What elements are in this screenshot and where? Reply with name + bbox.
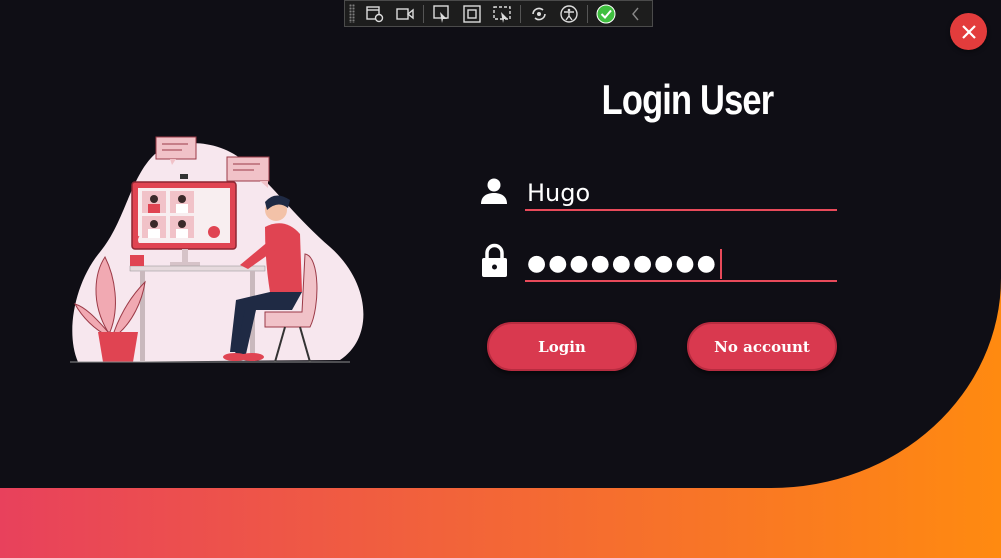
toolbar-grip[interactable]	[349, 4, 355, 23]
hot-reload-icon[interactable]	[528, 3, 550, 25]
debug-toolbar	[344, 0, 653, 27]
text-caret	[719, 249, 722, 279]
close-icon	[961, 24, 976, 39]
user-icon	[481, 178, 507, 204]
username-field[interactable]: Hugo	[525, 175, 837, 211]
lock-icon	[482, 243, 507, 277]
password-field[interactable]: ●●●●●●●●●	[525, 246, 837, 282]
video-call-illustration	[70, 136, 364, 363]
video-icon[interactable]	[394, 3, 416, 25]
password-value: ●●●●●●●●●	[527, 251, 718, 276]
username-value: Hugo	[527, 179, 591, 207]
close-button[interactable]	[950, 13, 987, 50]
login-button[interactable]: Login	[487, 322, 637, 371]
display-layout-icon[interactable]	[491, 3, 513, 25]
page-title: Login User	[601, 76, 774, 123]
rect-icon[interactable]	[461, 3, 483, 25]
pointer-icon[interactable]	[431, 3, 453, 25]
chevron-left-icon[interactable]	[625, 3, 647, 25]
select-element-icon[interactable]	[364, 3, 386, 25]
check-icon[interactable]	[595, 3, 617, 25]
no-account-button[interactable]: No account	[687, 322, 837, 371]
accessibility-icon[interactable]	[558, 3, 580, 25]
